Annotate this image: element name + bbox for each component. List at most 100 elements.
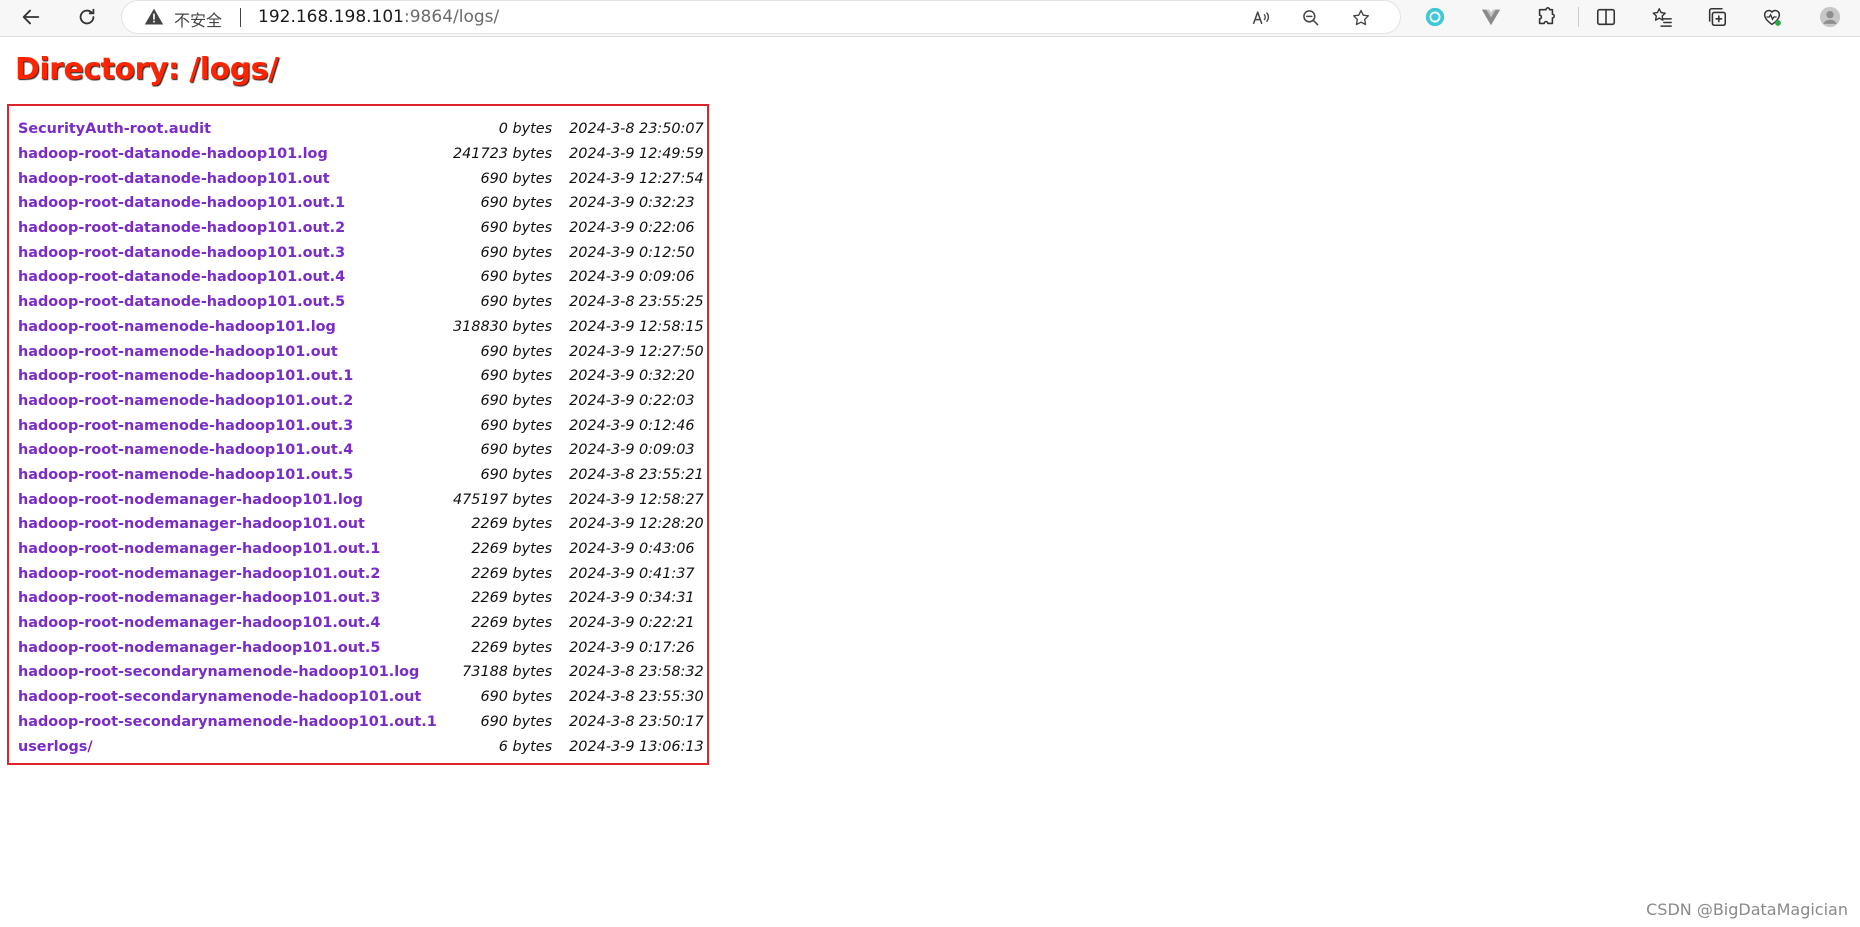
- file-modified-date: 2024-3-8 23:50:07: [569, 121, 704, 138]
- file-name-cell: hadoop-root-secondarynamenode-hadoop101.…: [18, 685, 453, 710]
- file-link[interactable]: hadoop-root-namenode-hadoop101.out.1: [18, 368, 353, 384]
- file-name-cell: hadoop-root-datanode-hadoop101.out.4: [18, 265, 453, 290]
- zoom-button[interactable]: [1298, 5, 1324, 31]
- profile-button[interactable]: [1813, 1, 1847, 33]
- file-link[interactable]: hadoop-root-datanode-hadoop101.out.2: [18, 220, 345, 236]
- translate-extension-icon: [1425, 7, 1445, 27]
- file-link[interactable]: hadoop-root-datanode-hadoop101.out.4: [18, 269, 345, 285]
- file-size: 690 bytes: [480, 466, 553, 483]
- file-size: 2269 bytes: [471, 615, 553, 632]
- file-link[interactable]: hadoop-root-namenode-hadoop101.out.4: [18, 442, 353, 458]
- table-row: hadoop-root-secondarynamenode-hadoop101.…: [18, 660, 704, 685]
- file-name-cell: hadoop-root-nodemanager-hadoop101.out.3: [18, 586, 453, 611]
- file-name-cell: hadoop-root-namenode-hadoop101.out.2: [18, 389, 453, 414]
- file-modified-date: 2024-3-9 0:22:21: [569, 615, 695, 632]
- read-aloud-button[interactable]: [1248, 5, 1274, 31]
- favorite-button[interactable]: [1348, 5, 1374, 31]
- file-name-cell: hadoop-root-datanode-hadoop101.out: [18, 166, 453, 191]
- favorites-list-icon: [1652, 8, 1672, 27]
- file-name-cell: hadoop-root-nodemanager-hadoop101.out.2: [18, 561, 453, 586]
- table-row: hadoop-root-namenode-hadoop101.out.2 690 …: [18, 389, 704, 414]
- file-modified-date: 2024-3-9 0:22:06: [569, 220, 695, 237]
- security-status-label[interactable]: 不安全: [174, 7, 222, 31]
- zoom-out-icon: [1303, 10, 1319, 26]
- file-modified-date: 2024-3-9 12:58:27: [569, 491, 704, 508]
- file-link[interactable]: hadoop-root-nodemanager-hadoop101.out: [18, 516, 365, 532]
- favorites-button[interactable]: [1645, 1, 1679, 33]
- file-name-cell: hadoop-root-namenode-hadoop101.out: [18, 339, 453, 364]
- browser-essentials-button[interactable]: [1755, 1, 1789, 33]
- table-row: hadoop-root-nodemanager-hadoop101.out.3 2…: [18, 586, 704, 611]
- star-icon: [1353, 9, 1369, 26]
- file-link[interactable]: hadoop-root-secondarynamenode-hadoop101.…: [18, 689, 421, 705]
- file-link[interactable]: hadoop-root-namenode-hadoop101.out: [18, 344, 338, 360]
- file-modified-date: 2024-3-8 23:50:17: [569, 713, 704, 730]
- back-button[interactable]: [14, 1, 48, 33]
- file-link[interactable]: hadoop-root-namenode-hadoop101.out.3: [18, 418, 353, 434]
- file-link[interactable]: userlogs/: [18, 739, 93, 755]
- file-link[interactable]: hadoop-root-datanode-hadoop101.out.3: [18, 245, 345, 261]
- toolbar-divider: [1578, 7, 1579, 27]
- file-link[interactable]: hadoop-root-secondarynamenode-hadoop101.…: [18, 664, 419, 680]
- extension-translate-button[interactable]: [1418, 1, 1452, 33]
- collections-icon: [1708, 7, 1727, 27]
- file-size: 2269 bytes: [471, 541, 553, 558]
- file-size: 2269 bytes: [471, 590, 553, 607]
- extensions-button[interactable]: [1529, 1, 1563, 33]
- file-size: 2269 bytes: [471, 639, 553, 656]
- file-name-cell: userlogs/: [18, 734, 453, 759]
- url-text[interactable]: 192.168.198.101:9864/logs/: [258, 7, 499, 27]
- file-link[interactable]: hadoop-root-nodemanager-hadoop101.out.3: [18, 590, 380, 606]
- file-link[interactable]: hadoop-root-datanode-hadoop101.out.5: [18, 294, 345, 310]
- table-row: hadoop-root-nodemanager-hadoop101.out.5 2…: [18, 635, 704, 660]
- back-arrow-icon: [22, 9, 40, 25]
- file-listing-highlight: SecurityAuth-root.audit 0 bytes 2024-3-8 2…: [7, 104, 709, 765]
- file-name-cell: hadoop-root-nodemanager-hadoop101.out: [18, 512, 453, 537]
- extension-vue-button[interactable]: [1474, 1, 1508, 33]
- file-link[interactable]: hadoop-root-nodemanager-hadoop101.out.1: [18, 541, 380, 557]
- address-bar[interactable]: 不安全 192.168.198.101:9864/logs/: [122, 1, 1400, 33]
- table-row: hadoop-root-secondarynamenode-hadoop101.…: [18, 685, 704, 710]
- file-link[interactable]: hadoop-root-secondarynamenode-hadoop101.…: [18, 714, 437, 730]
- file-name-cell: hadoop-root-nodemanager-hadoop101.out.1: [18, 537, 453, 562]
- file-modified-date: 2024-3-9 12:28:20: [569, 516, 704, 533]
- file-link[interactable]: hadoop-root-nodemanager-hadoop101.out.2: [18, 566, 380, 582]
- file-name-cell: hadoop-root-nodemanager-hadoop101.out.4: [18, 611, 453, 636]
- watermark: CSDN @BigDataMagician: [1646, 900, 1848, 919]
- file-modified-date: 2024-3-9 0:12:46: [569, 417, 695, 434]
- file-modified-date: 2024-3-9 0:32:23: [569, 195, 695, 212]
- file-link[interactable]: hadoop-root-namenode-hadoop101.out.5: [18, 467, 353, 483]
- file-size: 690 bytes: [480, 170, 553, 187]
- warning-icon[interactable]: [144, 7, 164, 27]
- file-link[interactable]: SecurityAuth-root.audit: [18, 121, 211, 137]
- file-link[interactable]: hadoop-root-nodemanager-hadoop101.log: [18, 492, 363, 508]
- table-row: hadoop-root-namenode-hadoop101.out.1 690 …: [18, 364, 704, 389]
- file-size: 690 bytes: [480, 392, 553, 409]
- collections-button[interactable]: [1700, 1, 1734, 33]
- table-row: hadoop-root-nodemanager-hadoop101.out.2 2…: [18, 561, 704, 586]
- reload-button[interactable]: [70, 1, 104, 33]
- file-link[interactable]: hadoop-root-nodemanager-hadoop101.out.5: [18, 640, 380, 656]
- browser-toolbar: 不安全 192.168.198.101:9864/logs/: [0, 0, 1860, 37]
- file-modified-date: 2024-3-9 12:58:15: [569, 318, 704, 335]
- split-screen-button[interactable]: [1589, 1, 1623, 33]
- file-link[interactable]: hadoop-root-datanode-hadoop101.log: [18, 146, 328, 162]
- file-link[interactable]: hadoop-root-datanode-hadoop101.out.1: [18, 195, 345, 211]
- file-link[interactable]: hadoop-root-namenode-hadoop101.out.2: [18, 393, 353, 409]
- file-name-cell: hadoop-root-datanode-hadoop101.log: [18, 142, 453, 167]
- file-name-cell: hadoop-root-namenode-hadoop101.out.5: [18, 463, 453, 488]
- table-row: SecurityAuth-root.audit 0 bytes 2024-3-8 2…: [18, 117, 704, 142]
- file-name-cell: hadoop-root-datanode-hadoop101.out.3: [18, 240, 453, 265]
- file-size: 241723 bytes: [453, 146, 553, 163]
- table-row: hadoop-root-namenode-hadoop101.out 690 by…: [18, 339, 704, 364]
- table-row: userlogs/6 bytes 2024-3-9 13:06:13: [18, 734, 704, 759]
- file-size: 475197 bytes: [453, 491, 553, 508]
- file-name-cell: hadoop-root-datanode-hadoop101.out.2: [18, 216, 453, 241]
- file-link[interactable]: hadoop-root-datanode-hadoop101.out: [18, 171, 330, 187]
- table-row: hadoop-root-namenode-hadoop101.out.4 690 …: [18, 438, 704, 463]
- vue-extension-icon: [1481, 9, 1501, 26]
- file-link[interactable]: hadoop-root-nodemanager-hadoop101.out.4: [18, 615, 380, 631]
- file-size: 6 bytes: [498, 738, 553, 755]
- file-link[interactable]: hadoop-root-namenode-hadoop101.log: [18, 319, 336, 335]
- table-row: hadoop-root-secondarynamenode-hadoop101.…: [18, 710, 704, 735]
